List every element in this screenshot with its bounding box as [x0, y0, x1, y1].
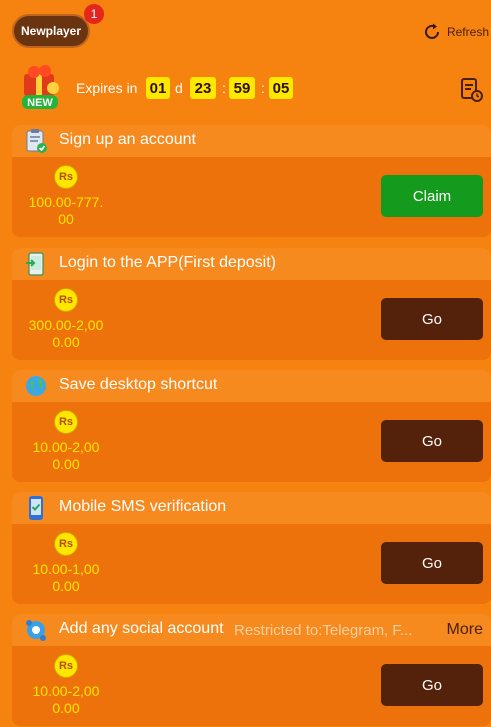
reward-amount: 10.00-2,00 0.00	[32, 439, 100, 472]
timer-seconds: 05	[269, 77, 293, 99]
timer-separator: :	[261, 80, 265, 96]
more-link[interactable]: More	[447, 621, 483, 639]
timer-minutes: 59	[229, 77, 255, 99]
timer-hours: 23	[190, 77, 216, 99]
task-title: Mobile SMS verification	[59, 498, 227, 515]
go-button[interactable]: Go	[381, 664, 483, 706]
expiry-row: NEW Expires in 01 d 23 : 59 : 05	[0, 62, 491, 117]
reward-amount: 10.00-2,00 0.00	[32, 683, 100, 716]
task-title: Save desktop shortcut	[59, 376, 218, 393]
clipboard-check-icon	[26, 129, 47, 153]
rupee-coin-icon: Rs	[54, 288, 78, 312]
timer-days-unit: d	[175, 80, 183, 96]
globe-icon	[26, 376, 46, 396]
reward-amount: 100.00-777. 00	[28, 194, 104, 227]
phone-login-icon	[26, 252, 44, 276]
task-card: Login to the APP(First deposit) Rs 300.0…	[12, 248, 491, 360]
task-card: Sign up an account Rs 100.00-777. 00 Cla…	[12, 125, 491, 237]
task-title: Login to the APP(First deposit)	[59, 254, 276, 271]
refresh-label: Refresh	[446, 25, 489, 39]
timer-days: 01	[146, 77, 170, 99]
task-restriction: Restricted to:Telegram, F...	[234, 622, 413, 639]
timer-separator: :	[222, 80, 226, 96]
rupee-coin-icon: Rs	[54, 410, 78, 434]
go-button[interactable]: Go	[381, 542, 483, 584]
go-button[interactable]: Go	[381, 420, 483, 462]
notification-badge: 1	[84, 4, 104, 24]
mobile-check-icon	[29, 496, 43, 520]
refresh-button[interactable]: Refresh	[422, 22, 489, 42]
task-card: Mobile SMS verification Rs 10.00-1,00 0.…	[12, 492, 491, 604]
task-card: Save desktop shortcut Rs 10.00-2,00 0.00…	[12, 370, 491, 482]
task-card: Add any social account Restricted to:Tel…	[12, 614, 491, 726]
reward-amount: 300.00-2,00 0.00	[28, 317, 104, 350]
reward-amount: 10.00-1,00 0.00	[32, 561, 100, 594]
rupee-coin-icon: Rs	[54, 165, 78, 189]
task-title: Add any social account	[59, 620, 224, 637]
expires-label: Expires in	[76, 80, 138, 96]
new-gift-icon: NEW	[22, 65, 59, 109]
rupee-coin-icon: Rs	[54, 532, 78, 556]
go-button[interactable]: Go	[381, 298, 483, 340]
new-tag: NEW	[27, 97, 53, 109]
refresh-icon	[424, 23, 439, 39]
top-bar: Newplayer 1 Refresh	[0, 0, 491, 60]
records-icon[interactable]	[460, 77, 484, 103]
social-gear-icon	[26, 620, 46, 641]
task-title: Sign up an account	[59, 131, 196, 148]
rupee-coin-icon: Rs	[54, 654, 78, 678]
tab-newplayer[interactable]: Newplayer	[12, 14, 90, 48]
claim-button[interactable]: Claim	[381, 175, 483, 217]
